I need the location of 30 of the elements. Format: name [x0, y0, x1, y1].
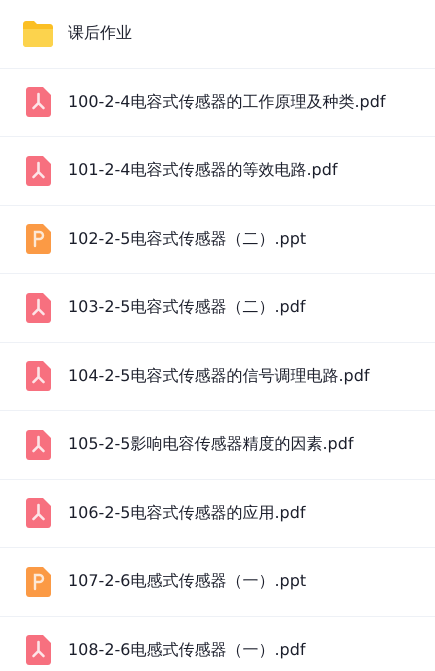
file-name: 107-2-6电感式传感器（一）.ppt: [68, 571, 306, 592]
pdf-file-icon: [26, 87, 50, 118]
file-name: 101-2-4电容式传感器的等效电路.pdf: [68, 160, 338, 182]
file-name: 100-2-4电容式传感器的工作原理及种类.pdf: [68, 92, 386, 113]
file-row[interactable]: 100-2-4电容式传感器的工作原理及种类.pdf: [0, 68, 435, 137]
file-row[interactable]: 108-2-6电感式传感器（一）.pdf: [0, 616, 435, 671]
pdf-file-icon: [26, 156, 50, 186]
pdf-file-icon: [26, 361, 50, 392]
file-row[interactable]: 104-2-5电容式传感器的信号调理电路.pdf: [0, 342, 435, 411]
file-row[interactable]: 106-2-5电容式传感器的应用.pdf: [0, 480, 435, 548]
file-name: 108-2-6电感式传感器（一）.pdf: [68, 640, 306, 661]
file-name: 105-2-5影响电容传感器精度的因素.pdf: [68, 434, 354, 456]
file-name: 103-2-5电容式传感器（二）.pdf: [68, 297, 306, 318]
file-row[interactable]: 101-2-4电容式传感器的等效电路.pdf: [0, 137, 435, 206]
file-row[interactable]: 103-2-5电容式传感器（二）.pdf: [0, 274, 435, 342]
file-row[interactable]: 107-2-6电感式传感器（一）.ppt: [0, 548, 435, 616]
pdf-file-icon: [26, 635, 50, 666]
ppt-file-icon: [26, 224, 50, 254]
file-row[interactable]: 102-2-5电容式传感器（二）.ppt: [0, 206, 435, 274]
file-name: 104-2-5电容式传感器的信号调理电路.pdf: [68, 366, 370, 387]
file-name: 102-2-5电容式传感器（二）.ppt: [68, 228, 306, 250]
file-row[interactable]: 课后作业: [0, 0, 435, 68]
file-row[interactable]: 105-2-5影响电容传感器精度的因素.pdf: [0, 411, 435, 480]
pdf-file-icon: [26, 498, 50, 528]
file-name: 106-2-5电容式传感器的应用.pdf: [68, 502, 306, 524]
folder-icon: [21, 20, 55, 48]
ppt-file-icon: [26, 566, 50, 597]
file-name: 课后作业: [68, 23, 132, 44]
pdf-file-icon: [26, 292, 50, 323]
pdf-file-icon: [26, 430, 50, 460]
